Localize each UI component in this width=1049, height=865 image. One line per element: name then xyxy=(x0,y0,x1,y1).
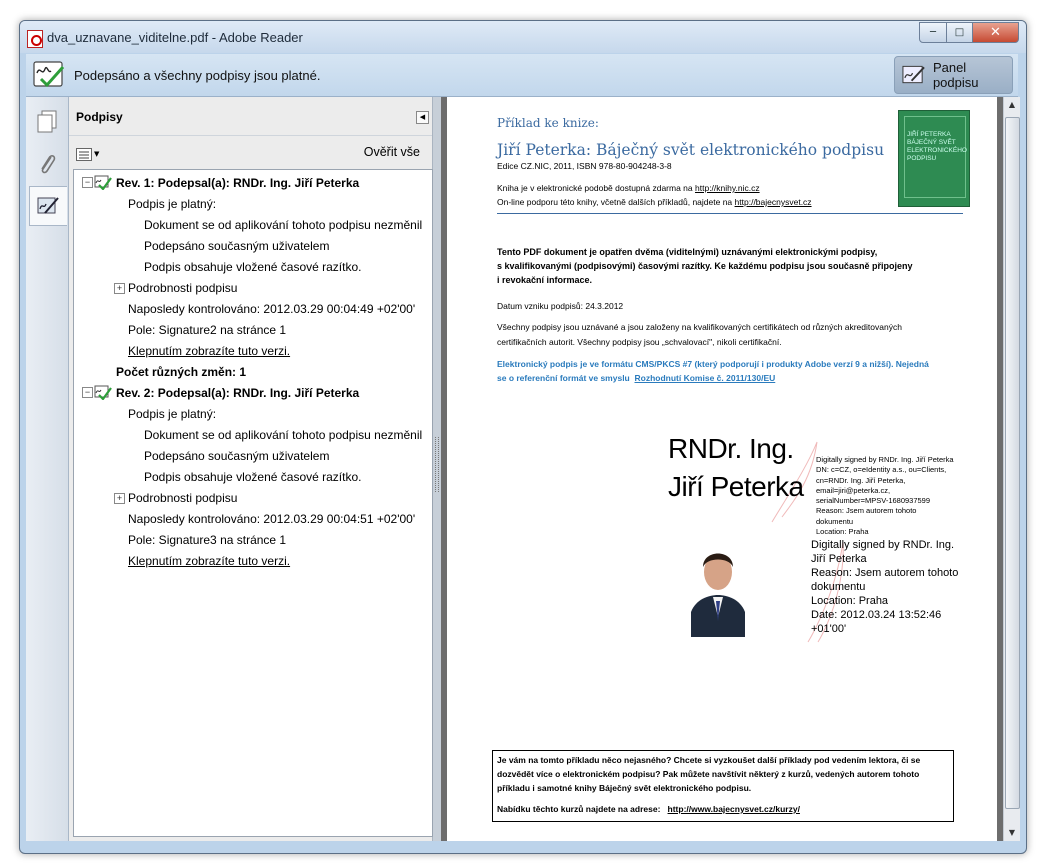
close-button[interactable]: ✕ xyxy=(973,22,1019,43)
format-note: Elektronický podpis je ve formátu CMS/PK… xyxy=(497,359,929,369)
signatures-nav-button[interactable] xyxy=(29,186,67,226)
signature-status-message: Podepsáno a všechny podpisy jsou platné. xyxy=(74,68,321,83)
validity-item: Podepsáno současným uživatelem xyxy=(144,239,330,253)
signer-photo xyxy=(691,537,745,637)
scroll-down-icon[interactable]: ▼ xyxy=(1004,825,1020,841)
maximize-button[interactable]: □ xyxy=(947,22,973,43)
intro-line: i revokační informace. xyxy=(497,275,593,285)
attachments-nav-button[interactable] xyxy=(29,145,65,183)
intro-line: s kvalifikovanými (podpisovými) časovými… xyxy=(497,261,913,271)
window-title: dva_uznavane_viditelne.pdf - Adobe Reade… xyxy=(47,30,303,45)
signature-panel-label: Panel podpisu xyxy=(932,60,979,90)
signature-field: Pole: Signature2 na stránce 1 xyxy=(128,323,287,337)
header-rule xyxy=(497,213,963,214)
eu-decision-link[interactable]: Rozhodnutí Komise č. 2011/130/EU xyxy=(635,373,776,383)
panel-splitter[interactable] xyxy=(433,97,441,841)
panel-title: Podpisy xyxy=(76,110,123,124)
validity-label: Podpis je platný: xyxy=(128,197,217,211)
courses-text: příkladu i samotné knihy Báječný svět el… xyxy=(497,783,752,793)
paperclip-icon xyxy=(41,155,56,174)
doc-title: Jiří Peterka: Báječný svět elektronickéh… xyxy=(497,141,885,159)
signer-name-line: RNDr. Ing. xyxy=(668,433,794,464)
last-checked: Naposledy kontrolováno: 2012.03.29 00:04… xyxy=(128,302,416,316)
navigation-rail xyxy=(26,97,69,841)
validity-item: Podpis obsahuje vložené časové razítko. xyxy=(144,470,362,484)
signature1-details[interactable]: Digitally signed by RNDr. Ing. Jiří Pete… xyxy=(816,455,954,537)
collapse-toggle[interactable]: − xyxy=(82,387,93,398)
book-cover-image: JIŘÍ PETERKA BÁJEČNÝ SVĚT ELEKTRONICKÉHO… xyxy=(898,110,970,207)
validity-item: Dokument se od aplikování tohoto podpisu… xyxy=(144,428,423,442)
courses-link[interactable]: http://www.bajecnysvet.cz/kurzy/ xyxy=(668,804,800,814)
intro-line: Tento PDF dokument je opatřen dvěma (vid… xyxy=(497,247,878,257)
revision-header[interactable]: Rev. 1: Podepsal(a): RNDr. Ing. Jiří Pet… xyxy=(116,175,359,192)
validity-item: Podepsáno současným uživatelem xyxy=(144,449,330,463)
courses-box: Je vám na tomto příkladu něco nejasného?… xyxy=(492,750,954,822)
changes-count: Počet různých změn: 1 xyxy=(116,365,247,379)
signature-details[interactable]: Podrobnosti podpisu xyxy=(128,490,237,507)
chevron-down-icon: ▼ xyxy=(94,150,100,158)
document-viewer: Příklad ke knize: Jiří Peterka: Báječný … xyxy=(441,97,1003,841)
knihy-link[interactable]: http://knihy.nic.cz xyxy=(695,183,760,193)
date-line: Datum vzniku podpisů: 24.3.2012 xyxy=(497,301,624,311)
expand-toggle[interactable]: + xyxy=(114,283,125,294)
signature-field: Pole: Signature3 na stránce 1 xyxy=(128,533,287,547)
cert-line: Všechny podpisy jsou uznávané a jsou zal… xyxy=(497,322,902,332)
window-controls: ─ □ ✕ xyxy=(919,22,1019,43)
signature-panel-button[interactable]: Panel podpisu xyxy=(894,56,1013,94)
view-version-link[interactable]: Klepnutím zobrazíte tuto verzi. xyxy=(128,553,290,570)
cert-line: certifikačních autorit. Všechny podpisy … xyxy=(497,337,782,347)
revision-header[interactable]: Rev. 2: Podepsal(a): RNDr. Ing. Jiří Pet… xyxy=(116,385,359,402)
pages-icon xyxy=(37,110,57,133)
courses-text: dozvědět více o elektronickém podpisu? P… xyxy=(497,769,920,779)
signature-message-bar: Podepsáno a všechny podpisy jsou platné.… xyxy=(26,54,1018,97)
pdf-file-icon xyxy=(27,30,43,48)
scroll-thumb[interactable] xyxy=(1005,117,1020,809)
view-version-link[interactable]: Klepnutím zobrazíte tuto verzi. xyxy=(128,343,290,360)
collapse-toggle[interactable]: − xyxy=(82,177,93,188)
signature-valid-icon xyxy=(94,175,112,190)
pdf-page: Příklad ke knize: Jiří Peterka: Báječný … xyxy=(447,97,997,841)
signatures-tree: − Rev. 1: Podepsal(a): RNDr. Ing. Jiří P… xyxy=(73,169,433,837)
verify-all-button[interactable]: Ověřit vše xyxy=(364,145,420,159)
format-note: se o referenční formát ve smyslu Rozhodn… xyxy=(497,373,776,383)
app-window: dva_uznavane_viditelne.pdf - Adobe Reade… xyxy=(19,20,1027,854)
panel-header: Podpisy ◀ xyxy=(69,97,432,135)
signature-valid-icon xyxy=(33,61,65,88)
options-list-icon xyxy=(76,147,92,161)
validity-label: Podpis je platný: xyxy=(128,407,217,421)
doc-edition: Edice CZ.NIC, 2011, ISBN 978-80-904248-3… xyxy=(497,161,672,171)
courses-text: Je vám na tomto příkladu něco nejasného?… xyxy=(497,755,921,765)
collapse-panel-icon[interactable]: ◀ xyxy=(416,111,429,124)
title-bar: dva_uznavane_viditelne.pdf - Adobe Reade… xyxy=(20,21,1026,53)
validity-item: Dokument se od aplikování tohoto podpisu… xyxy=(144,218,423,232)
signatures-panel: Podpisy ◀ ▼ Ověřit vše − Rev. 1: Podepsa… xyxy=(69,97,433,841)
bajecnysvet-link[interactable]: http://bajecnysvet.cz xyxy=(735,197,812,207)
last-checked: Naposledy kontrolováno: 2012.03.29 00:04… xyxy=(128,512,416,526)
signature-icon xyxy=(37,197,59,214)
signer-name-line: Jiří Peterka xyxy=(668,471,804,502)
doc-support: On-line podporu této knihy, včetně další… xyxy=(497,197,812,207)
expand-toggle[interactable]: + xyxy=(114,493,125,504)
panel-toolbar: ▼ Ověřit vše xyxy=(69,135,432,169)
vertical-scrollbar[interactable]: ▲ ▼ xyxy=(1003,97,1020,841)
scroll-up-icon[interactable]: ▲ xyxy=(1004,97,1020,113)
signature-details[interactable]: Podrobnosti podpisu xyxy=(128,280,237,297)
signature2-details[interactable]: Digitally signed by RNDr. Ing. Jiří Peter… xyxy=(811,538,958,636)
validity-item: Podpis obsahuje vložené časové razítko. xyxy=(144,260,362,274)
signature-pen-icon xyxy=(902,65,925,84)
minimize-button[interactable]: ─ xyxy=(919,22,947,43)
splitter-grip[interactable] xyxy=(435,437,439,492)
doc-kicker: Příklad ke knize: xyxy=(497,116,599,130)
signature-valid-icon xyxy=(94,385,112,400)
options-menu-button[interactable]: ▼ xyxy=(76,147,104,161)
pages-nav-button[interactable] xyxy=(29,103,65,141)
courses-address: Nabídku těchto kurzů najdete na adrese: … xyxy=(497,804,800,814)
doc-availability: Kniha je v elektronické podobě dostupná … xyxy=(497,183,760,193)
